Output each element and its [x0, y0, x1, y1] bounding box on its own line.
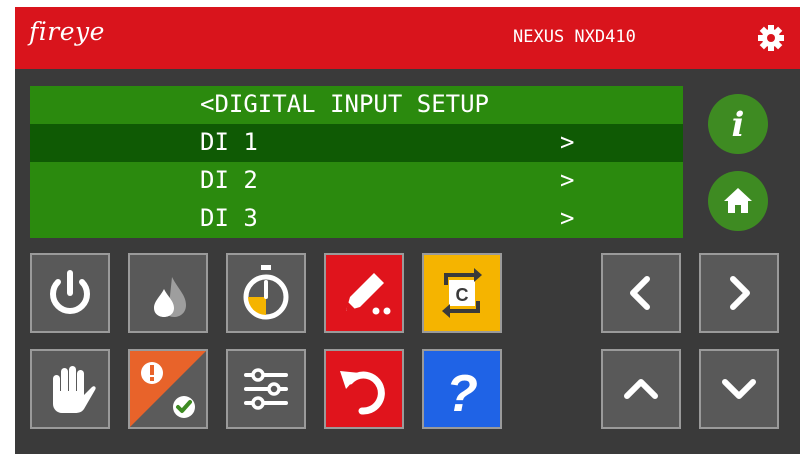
lcd-row-di3[interactable]: DI 3 >	[30, 200, 683, 238]
help-icon: ?	[446, 365, 478, 423]
sliders-icon	[244, 368, 288, 410]
nav-left-button[interactable]	[601, 253, 681, 333]
lcd-row-text: DI 1	[200, 128, 258, 156]
settings-sliders-button[interactable]	[226, 349, 306, 429]
chevron-down-icon	[722, 379, 756, 399]
info-icon: i	[732, 105, 745, 145]
info-letter: i	[732, 105, 745, 145]
lcd-row-text: DI 2	[200, 166, 258, 194]
lcd-row-arrow: >	[560, 166, 575, 194]
lcd-row-text: DI 3	[200, 204, 258, 232]
lcd-row-text: <DIGITAL INPUT SETUP	[200, 90, 489, 118]
cycle-c-icon: C	[442, 268, 482, 318]
lcd-row-arrow: >	[560, 128, 575, 156]
edit-button[interactable]	[324, 253, 404, 333]
help-letter: ?	[446, 365, 478, 423]
chevron-right-icon	[730, 276, 750, 310]
timer-button[interactable]	[226, 253, 306, 333]
undo-button[interactable]	[324, 349, 404, 429]
nav-right-button[interactable]	[699, 253, 779, 333]
hand-stop-icon	[53, 366, 96, 413]
cycle-letter: C	[456, 285, 469, 305]
nav-up-button[interactable]	[601, 349, 681, 429]
lcd-row-arrow: >	[560, 204, 575, 232]
power-icon	[50, 270, 90, 315]
lcd-row-di1[interactable]: DI 1 >	[30, 124, 683, 162]
home-button[interactable]	[708, 171, 768, 231]
chevron-up-icon	[624, 379, 658, 399]
lcd-row-di2[interactable]: DI 2 >	[30, 162, 683, 200]
flame-button[interactable]	[128, 253, 208, 333]
lcd-title-row[interactable]: <DIGITAL INPUT SETUP	[30, 86, 683, 124]
home-icon	[724, 188, 752, 213]
alarm-button[interactable]	[128, 349, 208, 429]
power-button[interactable]	[30, 253, 110, 333]
info-button[interactable]: i	[708, 94, 768, 154]
nav-down-button[interactable]	[699, 349, 779, 429]
manual-stop-button[interactable]	[30, 349, 110, 429]
flame-drop-icon	[154, 277, 186, 317]
edit-pencil-icon	[346, 273, 391, 315]
model-label: NEXUS NXD410	[513, 27, 636, 47]
cycle-button[interactable]: C	[422, 253, 502, 333]
undo-icon	[340, 371, 385, 415]
alarm-ack-icon	[130, 351, 206, 427]
brand-logo: fireye	[29, 17, 105, 46]
gear-icon[interactable]	[757, 24, 785, 52]
timer-icon	[243, 265, 289, 320]
header-bar: fireye NEXUS NXD410	[15, 7, 800, 69]
chevron-left-icon	[630, 276, 650, 310]
lcd-display: <DIGITAL INPUT SETUP DI 1 > DI 2 > DI 3 …	[30, 86, 683, 238]
help-button[interactable]: ?	[422, 349, 502, 429]
